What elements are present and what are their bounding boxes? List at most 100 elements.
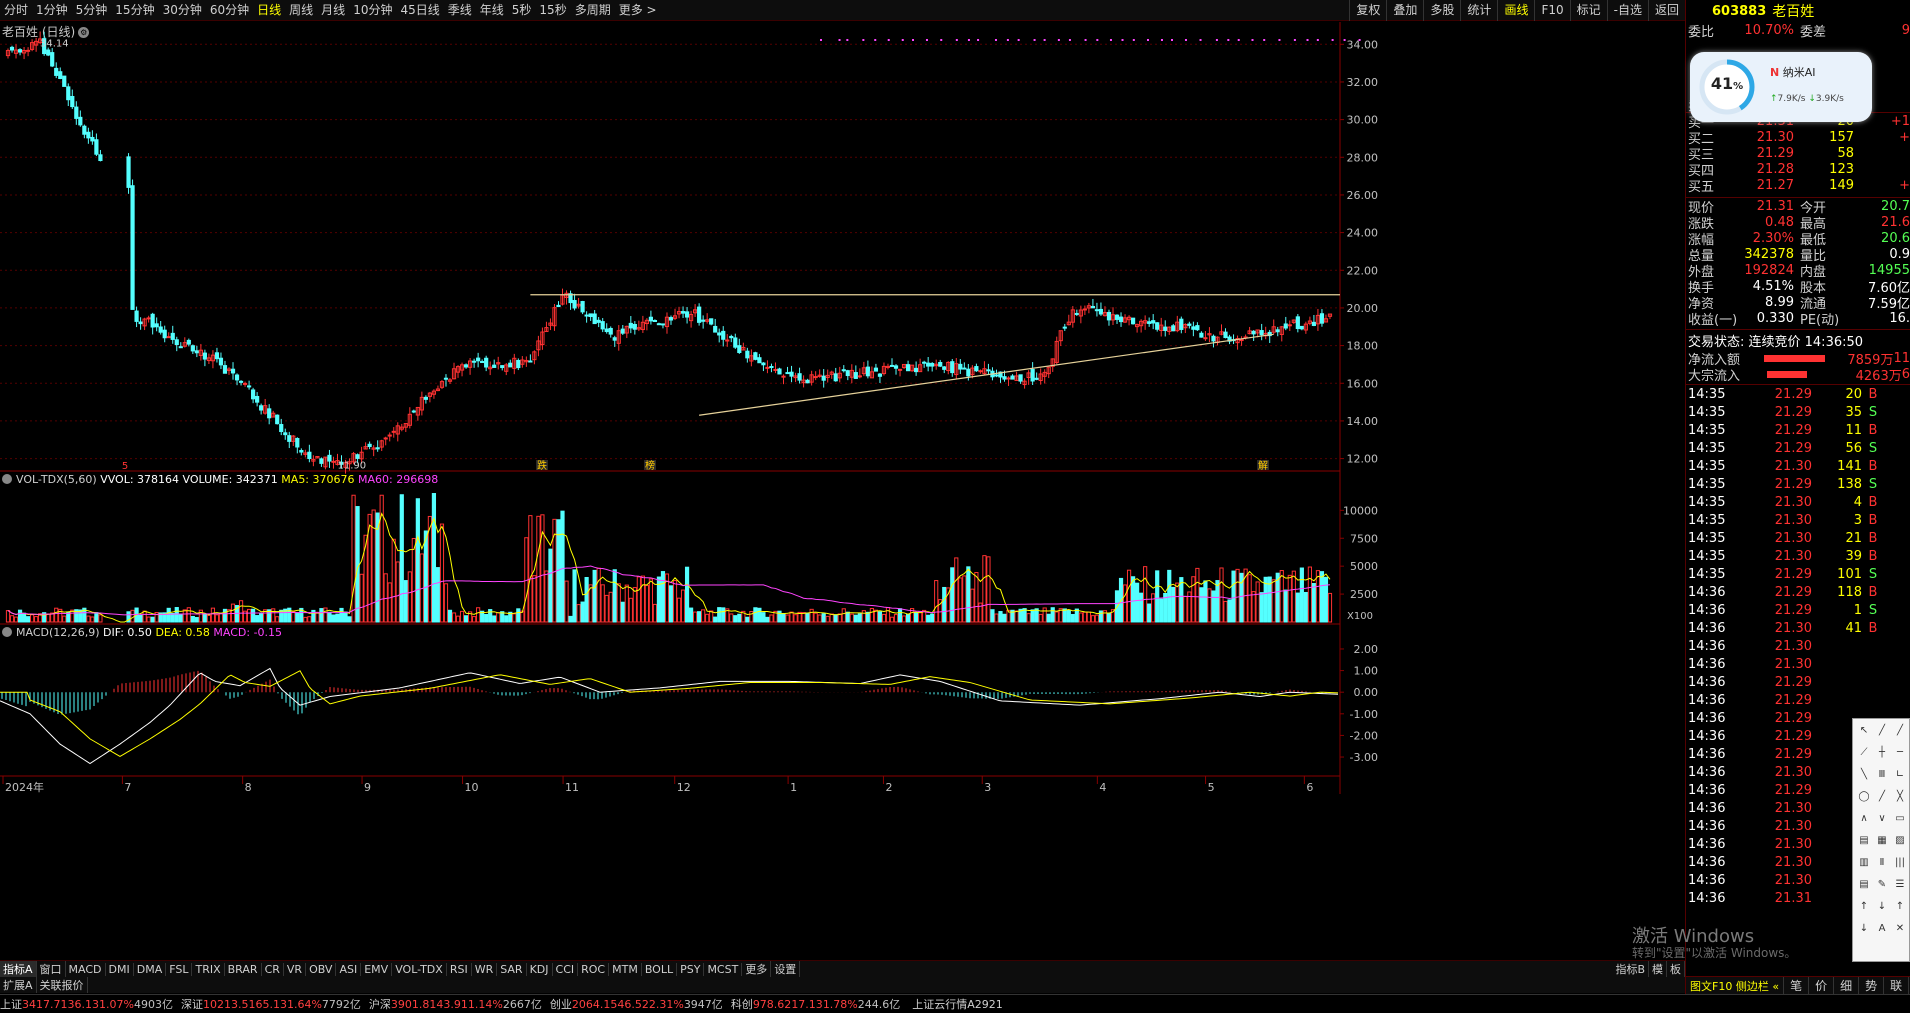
event-marker[interactable]: 解: [1257, 459, 1269, 472]
ai-network-widget[interactable]: 41% N 纳米AI ↑7.9K/s ↓3.9K/s: [1690, 52, 1872, 122]
panel-tab[interactable]: 细: [1833, 977, 1858, 994]
draw-tool-icon[interactable]: ▤: [1857, 879, 1871, 891]
period-tab[interactable]: 15分钟: [111, 0, 158, 21]
extension-tab[interactable]: 扩展A: [0, 977, 37, 993]
toolbar-button[interactable]: F10: [1534, 0, 1569, 21]
draw-tool-icon[interactable]: ⟋: [1857, 747, 1871, 759]
period-tab[interactable]: 季线: [444, 0, 476, 21]
period-tab[interactable]: 5分钟: [72, 0, 112, 21]
panel-tab[interactable]: 联: [1883, 977, 1908, 994]
extension-tab[interactable]: 关联报价: [37, 977, 88, 993]
period-tab[interactable]: 15秒: [535, 0, 570, 21]
draw-tool-icon[interactable]: ↓: [1875, 901, 1889, 913]
draw-tool-icon[interactable]: ✕: [1893, 923, 1907, 935]
toolbar-button[interactable]: 多股: [1423, 0, 1460, 21]
indicator-tab[interactable]: 指标A: [0, 961, 37, 977]
indicator-tab[interactable]: BOLL: [642, 962, 678, 976]
period-tab[interactable]: 5秒: [508, 0, 536, 21]
draw-tool-icon[interactable]: ✎: [1875, 879, 1889, 891]
draw-tool-icon[interactable]: ↑: [1857, 901, 1871, 913]
period-tab[interactable]: 月线: [317, 0, 349, 21]
draw-tool-icon[interactable]: ╱: [1875, 791, 1889, 803]
draw-tool-icon[interactable]: A: [1875, 923, 1889, 935]
event-marker[interactable]: 榜: [644, 459, 656, 472]
draw-tool-icon[interactable]: ▥: [1857, 857, 1871, 869]
draw-tool-icon[interactable]: Ⅲ: [1875, 769, 1889, 781]
toolbar-button[interactable]: 返回: [1647, 0, 1685, 21]
indicator-tab[interactable]: VR: [284, 962, 307, 976]
draw-tool-icon[interactable]: ╳: [1893, 791, 1907, 803]
indicator-tab[interactable]: ASI: [336, 962, 362, 976]
indicator-tab[interactable]: 设置: [771, 961, 801, 977]
draw-tool-icon[interactable]: ┼: [1875, 747, 1889, 759]
draw-tool-icon[interactable]: ∟: [1893, 769, 1907, 781]
indicator-tab[interactable]: RSI: [447, 962, 472, 976]
toolbar-button[interactable]: 统计: [1460, 0, 1497, 21]
period-tab[interactable]: 45日线: [396, 0, 443, 21]
index-quote[interactable]: 创业2064.1546.522.31%3947亿: [550, 996, 723, 1012]
indicator-tab[interactable]: BRAR: [225, 962, 262, 976]
indicator-tab[interactable]: SAR: [497, 962, 527, 976]
draw-tool-icon[interactable]: ╲: [1857, 769, 1871, 781]
draw-tool-icon[interactable]: ↑: [1893, 901, 1907, 913]
panel-tab[interactable]: 势: [1858, 977, 1883, 994]
indicator-tab[interactable]: VOL-TDX: [392, 962, 447, 976]
indicator-right-tab[interactable]: 模: [1649, 961, 1667, 977]
indicator-tab[interactable]: MCST: [704, 962, 743, 976]
event-marker[interactable]: 跌: [536, 459, 548, 472]
toolbar-button[interactable]: -自选: [1606, 0, 1648, 21]
draw-tool-icon[interactable]: ↖: [1857, 725, 1871, 737]
draw-tool-icon[interactable]: ╱: [1893, 725, 1907, 737]
indicator-tab[interactable]: EMV: [361, 962, 393, 976]
period-tab[interactable]: 年线: [476, 0, 508, 21]
index-quote[interactable]: 上证3417.7136.131.07%4903亿: [0, 996, 173, 1012]
panel-tab[interactable]: 价: [1808, 977, 1833, 994]
indicator-tab[interactable]: 窗口: [37, 961, 66, 977]
indicator-tab[interactable]: DMI: [106, 962, 134, 976]
draw-tool-icon[interactable]: ∨: [1875, 813, 1889, 825]
draw-tool-icon[interactable]: ▭: [1893, 813, 1907, 825]
toolbar-button[interactable]: 标记: [1569, 0, 1607, 21]
index-quote[interactable]: 深证10213.5165.131.64%7792亿: [181, 996, 361, 1012]
draw-tool-icon[interactable]: ◯: [1857, 791, 1871, 803]
draw-tool-icon[interactable]: ╱: [1875, 725, 1889, 737]
indicator-tab[interactable]: DMA: [134, 962, 167, 976]
draw-tool-icon[interactable]: ▦: [1875, 835, 1889, 847]
indicator-tab[interactable]: MTM: [609, 962, 642, 976]
period-tab[interactable]: 更多 >: [615, 0, 661, 21]
panel-tab[interactable]: 笔: [1783, 977, 1808, 994]
period-tab[interactable]: 周线: [285, 0, 317, 21]
toolbar-button[interactable]: 叠加: [1386, 0, 1423, 21]
draw-tool-icon[interactable]: ☰: [1893, 879, 1907, 891]
period-tab[interactable]: 1分钟: [32, 0, 72, 21]
draw-tool-icon[interactable]: ∧: [1857, 813, 1871, 825]
toolbar-button[interactable]: 画线: [1497, 0, 1534, 21]
indicator-tab[interactable]: WR: [472, 962, 498, 976]
draw-tool-icon[interactable]: ↓: [1857, 923, 1871, 935]
draw-tool-icon[interactable]: ─: [1893, 747, 1907, 759]
indicator-tab[interactable]: MACD: [66, 962, 106, 976]
indicator-tab[interactable]: OBV: [306, 962, 337, 976]
macd-settings-icon[interactable]: [2, 627, 12, 637]
index-quote[interactable]: 科创978.6217.131.78%244.6亿: [731, 996, 900, 1012]
indicator-right-tab[interactable]: 指标B: [1612, 961, 1649, 977]
indicator-tab[interactable]: KDJ: [527, 962, 553, 976]
indicator-tab[interactable]: CR: [262, 962, 284, 976]
indicator-tab[interactable]: 更多: [742, 961, 772, 977]
draw-tool-icon[interactable]: |||: [1893, 857, 1907, 869]
period-tab[interactable]: 分时: [0, 0, 32, 21]
index-quote[interactable]: 沪深3901.8143.911.14%2667亿: [369, 996, 542, 1012]
indicator-tab[interactable]: PSY: [677, 962, 705, 976]
period-tab[interactable]: 30分钟: [159, 0, 206, 21]
period-tab[interactable]: 60分钟: [206, 0, 253, 21]
period-tab[interactable]: 多周期: [571, 0, 615, 21]
period-tab[interactable]: 10分钟: [349, 0, 396, 21]
sidebar-toggle[interactable]: 图文F10 侧边栏 «: [1690, 978, 1779, 994]
drawing-tools-panel[interactable]: ↖ ╱ ╱ ⟋ ┼ ─ ╲ Ⅲ ∟ ◯ ╱ ╳ ∧ ∨ ▭ ▤ ▦ ▨ ▥ Ⅱ ||| ▤ ✎ ☰ ↑ ↓ ↑ ↓ A ✕: [1852, 718, 1910, 962]
volume-settings-icon[interactable]: [2, 474, 12, 484]
indicator-tab[interactable]: ROC: [578, 962, 610, 976]
draw-tool-icon[interactable]: Ⅱ: [1875, 857, 1889, 869]
kline-chart[interactable]: 34.0032.0030.0028.0026.0024.0022.0020.00…: [0, 22, 1385, 794]
event-marker[interactable]: 5: [119, 460, 131, 472]
indicator-tab[interactable]: TRIX: [192, 962, 225, 976]
